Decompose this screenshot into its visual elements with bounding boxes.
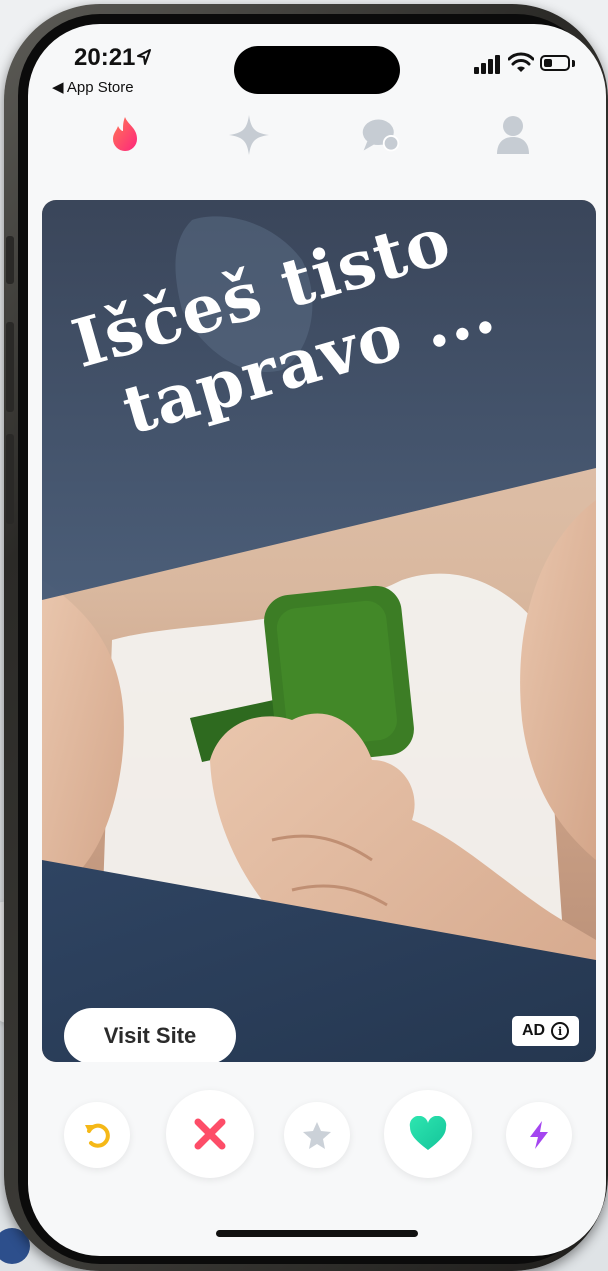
boost-button[interactable] — [506, 1102, 572, 1168]
chat-bubbles-icon[interactable] — [360, 114, 402, 156]
flame-icon[interactable] — [104, 114, 146, 156]
rewind-button[interactable] — [64, 1102, 130, 1168]
battery-icon — [540, 55, 570, 71]
ad-badge-label: AD — [522, 1022, 546, 1039]
like-button[interactable] — [384, 1090, 472, 1178]
profile-icon[interactable] — [492, 114, 534, 156]
battery-tip — [572, 60, 575, 67]
phone-volume-up — [6, 322, 14, 412]
location-arrow-icon — [137, 49, 151, 65]
ad-badge[interactable]: AD i — [512, 1016, 580, 1046]
back-to-app-store-link[interactable]: ◀ App Store — [52, 78, 134, 96]
home-indicator[interactable] — [216, 1230, 418, 1237]
nope-button[interactable] — [166, 1090, 254, 1178]
info-icon: i — [551, 1022, 570, 1040]
ad-card[interactable]: Iščeš tisto tapravo ... Visit Site AD i — [42, 200, 596, 1062]
super-like-star-icon — [303, 1122, 331, 1149]
phone-silent-switch — [6, 236, 14, 284]
boost-bolt-icon — [530, 1121, 548, 1149]
wifi-icon — [508, 52, 534, 72]
phone-volume-down — [6, 434, 14, 524]
status-time: 20:21 — [74, 44, 136, 71]
phone-screen: 20:21 ◀ App Store Iščeš tisto tapravo ..… — [28, 24, 606, 1256]
nope-icon — [194, 1118, 226, 1150]
rewind-icon — [85, 1123, 110, 1148]
visit-site-button[interactable]: Visit Site — [64, 1008, 236, 1062]
dynamic-island — [234, 46, 400, 94]
battery-level — [544, 59, 552, 67]
sparkle-icon[interactable] — [228, 114, 270, 156]
cellular-signal-icon — [474, 54, 502, 74]
like-heart-icon — [409, 1116, 447, 1150]
super-like-button[interactable] — [284, 1102, 350, 1168]
